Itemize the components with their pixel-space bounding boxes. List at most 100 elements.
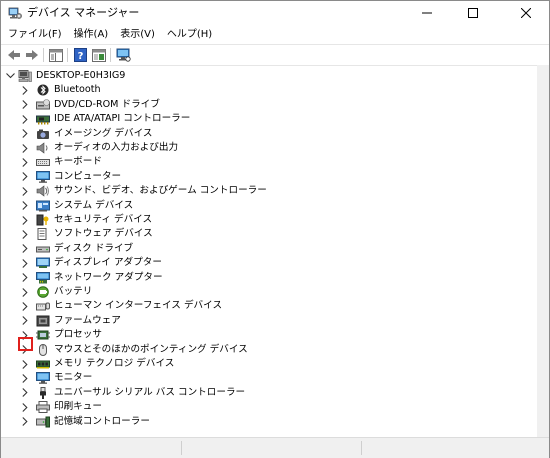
keyboard-icon bbox=[36, 159, 50, 167]
printer-icon bbox=[36, 401, 50, 414]
expand-toggle[interactable] bbox=[20, 271, 30, 285]
help-button[interactable]: ? bbox=[72, 47, 88, 63]
tree-item[interactable]: キーボード bbox=[1, 155, 531, 169]
chevron-right-icon bbox=[22, 143, 28, 153]
back-button[interactable] bbox=[6, 47, 22, 63]
expand-toggle[interactable] bbox=[20, 127, 30, 141]
tree-item[interactable]: Bluetooth bbox=[1, 83, 531, 97]
tree-item[interactable]: バッテリ bbox=[1, 285, 531, 299]
menu-view[interactable]: 表示(V) bbox=[114, 26, 161, 44]
expand-toggle[interactable] bbox=[20, 242, 30, 256]
close-button[interactable] bbox=[503, 1, 549, 25]
status-pane bbox=[181, 441, 362, 455]
disk-drive-icon bbox=[36, 246, 50, 253]
tree-item[interactable]: DVD/CD-ROM ドライブ bbox=[1, 98, 531, 112]
expand-toggle[interactable] bbox=[20, 213, 30, 227]
tree-item[interactable]: イメージング デバイス bbox=[1, 127, 531, 141]
tree-item[interactable]: プロセッサ bbox=[1, 328, 531, 342]
chevron-right-icon bbox=[22, 215, 28, 225]
tree-item[interactable]: システム デバイス bbox=[1, 199, 531, 213]
tree-item[interactable]: メモリ テクノロジ デバイス bbox=[1, 357, 531, 371]
device-manager-window: デバイス マネージャー ファイル(F) 操作(A) 表示(V) ヘルプ(H) ?… bbox=[0, 0, 550, 458]
expand-toggle[interactable] bbox=[20, 83, 30, 97]
mouse-icon bbox=[39, 343, 47, 356]
menu-help[interactable]: ヘルプ(H) bbox=[161, 26, 218, 44]
expand-toggle[interactable] bbox=[20, 357, 30, 371]
expand-toggle[interactable] bbox=[20, 227, 30, 241]
show-hide-console-tree-button[interactable] bbox=[48, 47, 64, 63]
tree-item-label: DVD/CD-ROM ドライブ bbox=[54, 98, 160, 110]
chevron-right-icon bbox=[22, 158, 28, 167]
expand-toggle[interactable] bbox=[20, 314, 30, 328]
properties-button[interactable] bbox=[91, 47, 107, 63]
tree-item[interactable]: モニター bbox=[1, 371, 531, 385]
system-device-icon bbox=[36, 200, 50, 212]
chevron-right-icon bbox=[22, 201, 28, 210]
scan-hardware-button[interactable] bbox=[115, 47, 131, 63]
chevron-right-icon bbox=[22, 129, 28, 138]
tree-item[interactable]: 記憶域コントローラー bbox=[1, 415, 531, 429]
window-title: デバイス マネージャー bbox=[27, 6, 140, 19]
close-icon bbox=[521, 8, 531, 18]
chevron-right-icon bbox=[22, 230, 28, 239]
expand-toggle[interactable] bbox=[20, 256, 30, 270]
tree-item[interactable]: ネットワーク アダプター bbox=[1, 271, 531, 285]
usb-icon bbox=[40, 386, 46, 399]
tree-item[interactable]: IDE ATA/ATAPI コントローラー bbox=[1, 112, 531, 126]
expand-toggle[interactable] bbox=[20, 141, 30, 155]
tree-item[interactable]: ユニバーサル シリアル バス コントローラー bbox=[1, 386, 531, 400]
collapse-toggle[interactable] bbox=[5, 69, 15, 83]
tree-item-label: モニター bbox=[54, 372, 93, 384]
expand-toggle[interactable] bbox=[20, 371, 30, 385]
tree-item[interactable]: ソフトウェア デバイス bbox=[1, 227, 531, 241]
tree-item[interactable]: サウンド、ビデオ、およびゲーム コントローラー bbox=[1, 184, 531, 198]
computer-root-icon bbox=[18, 70, 32, 82]
expand-toggle[interactable] bbox=[20, 386, 30, 400]
chevron-right-icon bbox=[22, 417, 28, 426]
back-arrow-icon bbox=[8, 50, 20, 60]
minimize-icon bbox=[422, 12, 432, 14]
sound-icon bbox=[36, 185, 49, 197]
properties-icon bbox=[92, 48, 106, 62]
tree-root[interactable]: DESKTOP-E0H3IG9 bbox=[1, 69, 531, 83]
expand-toggle[interactable] bbox=[20, 184, 30, 198]
forward-button[interactable] bbox=[24, 47, 40, 63]
expand-toggle[interactable] bbox=[20, 170, 30, 184]
expand-toggle[interactable] bbox=[20, 400, 30, 414]
chevron-right-icon bbox=[22, 258, 28, 268]
expand-toggle[interactable] bbox=[20, 299, 30, 313]
device-manager-app-icon bbox=[8, 7, 22, 19]
expand-toggle[interactable] bbox=[20, 285, 30, 299]
tree-item-label: システム デバイス bbox=[54, 199, 134, 211]
chevron-right-icon bbox=[22, 172, 28, 182]
processor-icon bbox=[36, 330, 50, 340]
tree-item[interactable]: セキュリティ デバイス bbox=[1, 213, 531, 227]
chevron-right-icon bbox=[22, 316, 28, 326]
tree-item[interactable]: ディスク ドライブ bbox=[1, 242, 531, 256]
display-adapter-icon bbox=[36, 257, 50, 269]
monitor-scan-icon bbox=[116, 48, 131, 62]
menu-action[interactable]: 操作(A) bbox=[68, 26, 115, 44]
tree-item-label: IDE ATA/ATAPI コントローラー bbox=[54, 113, 191, 125]
tree-item[interactable]: コンピューター bbox=[1, 170, 531, 184]
expand-toggle[interactable] bbox=[20, 112, 30, 126]
tree-item[interactable]: マウスとそのほかのポインティング デバイス bbox=[1, 343, 531, 357]
ide-controller-icon bbox=[36, 115, 50, 125]
tree-item[interactable]: オーディオの入力および出力 bbox=[1, 141, 531, 155]
expand-toggle[interactable] bbox=[20, 155, 30, 169]
minimize-button[interactable] bbox=[404, 1, 450, 25]
tree-item[interactable]: ヒューマン インターフェイス デバイス bbox=[1, 299, 531, 313]
maximize-button[interactable] bbox=[450, 1, 496, 25]
tree-item[interactable]: 印刷キュー bbox=[1, 400, 531, 414]
expand-toggle[interactable] bbox=[20, 199, 30, 213]
vertical-scrollbar[interactable] bbox=[537, 65, 549, 437]
expand-toggle[interactable] bbox=[20, 98, 30, 112]
status-pane bbox=[1, 441, 182, 455]
expand-toggle[interactable] bbox=[20, 415, 30, 429]
menu-file[interactable]: ファイル(F) bbox=[1, 26, 68, 44]
speaker-icon bbox=[36, 142, 48, 154]
memory-icon bbox=[36, 360, 50, 369]
tree-item[interactable]: ディスプレイ アダプター bbox=[1, 256, 531, 270]
tree-item-label: マウスとそのほかのポインティング デバイス bbox=[54, 343, 248, 355]
tree-item[interactable]: ファームウェア bbox=[1, 314, 531, 328]
